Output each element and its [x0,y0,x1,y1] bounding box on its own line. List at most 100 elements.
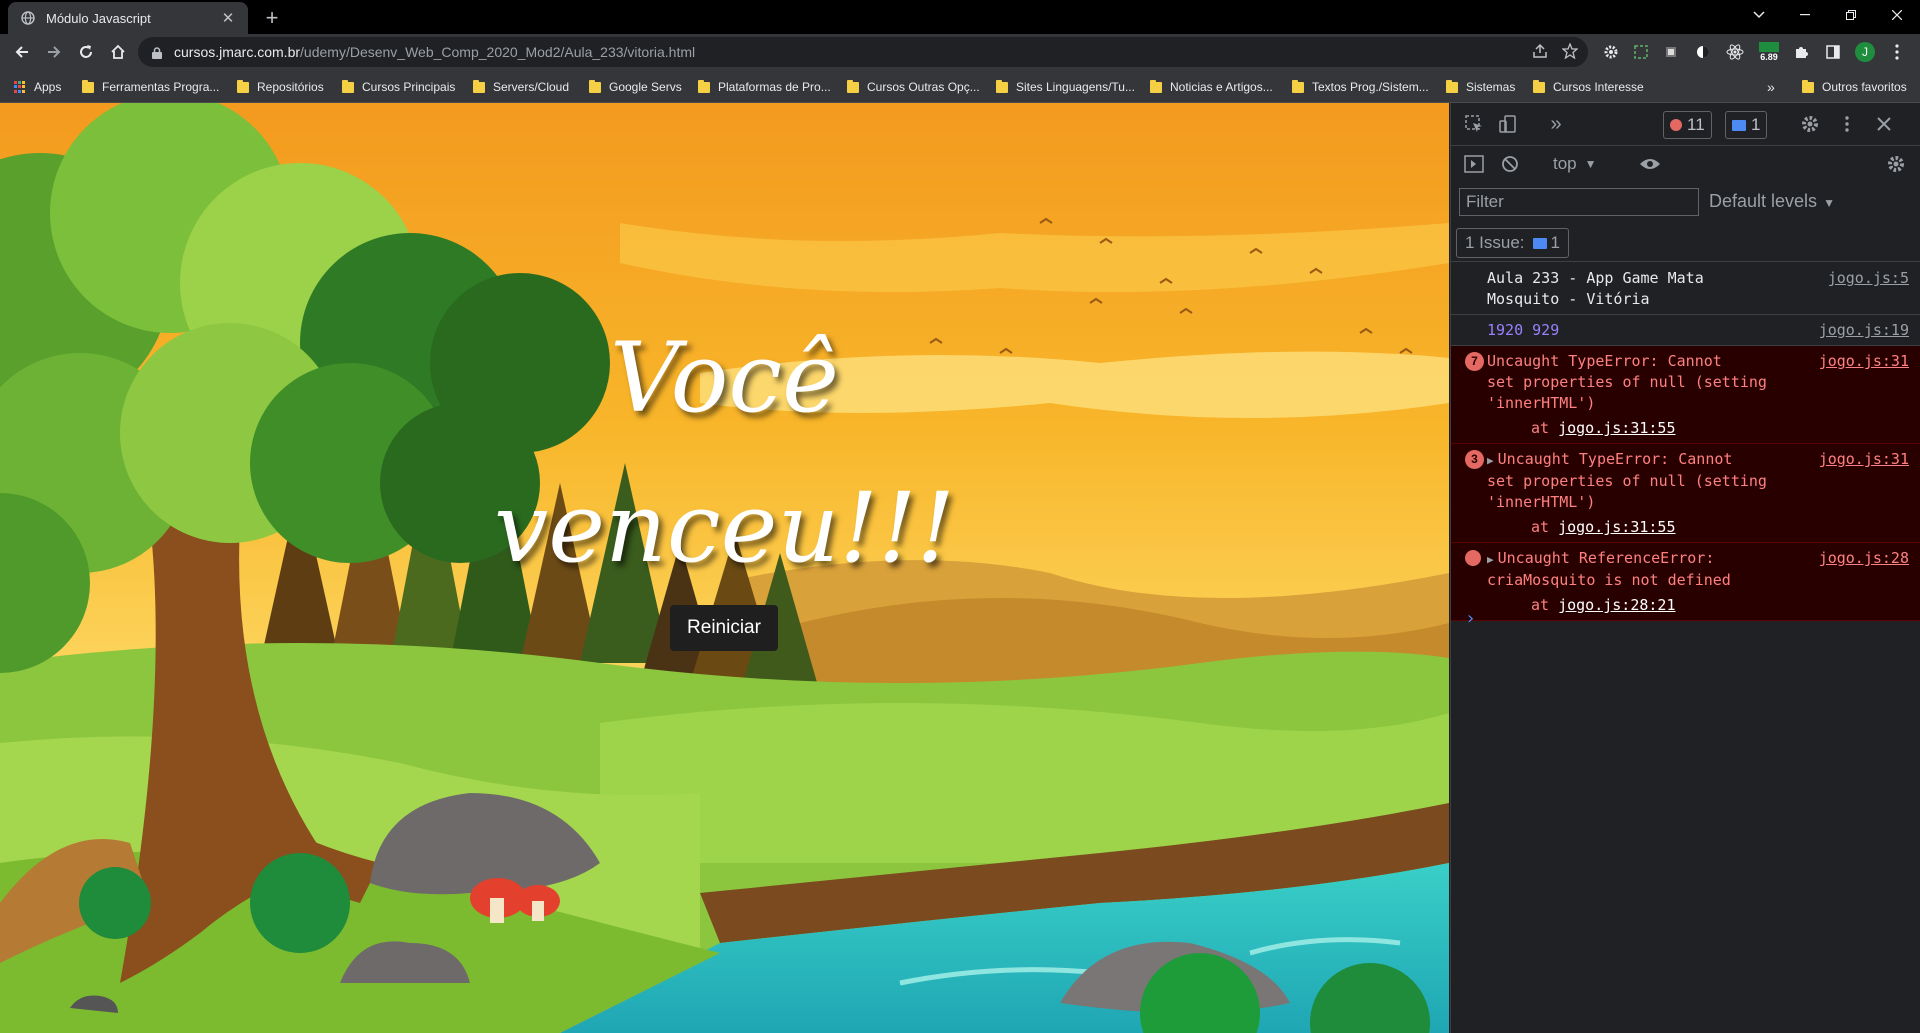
folder-icon [1446,79,1458,93]
bookmarks-overflow-button[interactable]: » [1767,78,1775,96]
profile-avatar[interactable]: J [1852,39,1878,65]
extension-dark-mode-icon[interactable] [1690,39,1716,65]
stack-link[interactable]: jogo.js:28:21 [1558,596,1675,614]
folder-icon [1533,79,1545,93]
bookmark-folder[interactable]: Textos Prog./Sistem... [1292,78,1429,96]
extension-gear-icon[interactable] [1598,39,1624,65]
error-icon [1465,550,1481,566]
console-log-message: 1920 929 jogo.js:19 [1451,315,1920,346]
more-panels-button[interactable]: » [1543,111,1569,137]
share-icon[interactable] [1532,43,1548,64]
source-link[interactable]: jogo.js:19 [1819,320,1909,341]
console-error-message[interactable]: 7 Uncaught TypeError: Cannot set propert… [1451,346,1920,444]
source-link[interactable]: jogo.js:31 [1819,449,1909,470]
tab-close-icon[interactable]: ✕ [218,9,238,27]
bookmark-folder[interactable]: Ferramentas Progra... [82,78,219,96]
divider [1451,261,1920,262]
folder-icon [473,79,485,93]
bookmarks-bar: Apps Ferramentas Progra... Repositórios … [0,70,1920,103]
new-tab-button[interactable]: + [258,4,286,32]
url-text: cursos.jmarc.com.br/udemy/Desenv_Web_Com… [174,44,696,60]
home-button[interactable] [104,38,132,66]
bookmark-folder[interactable]: Cursos Outras Opç... [847,78,980,96]
folder-icon [847,79,859,93]
stack-trace: at jogo.js:31:55 [1531,419,1676,437]
folder-icon [698,79,710,93]
expand-caret-icon[interactable]: ▶ [1487,553,1494,566]
bookmark-folder[interactable]: Servers/Cloud [473,78,569,96]
restart-button[interactable]: Reiniciar [670,605,778,651]
close-devtools-icon[interactable] [1871,111,1897,137]
live-expression-eye-icon[interactable] [1635,151,1665,177]
bookmark-other-favorites[interactable]: Outros favoritos [1802,78,1907,96]
forward-button[interactable] [40,38,68,66]
sidebar-toggle-icon[interactable] [1461,151,1487,177]
bookmark-folder[interactable]: Cursos Interesse [1533,78,1644,96]
device-toolbar-icon[interactable] [1495,111,1521,137]
repeat-count-badge: 3 [1465,450,1484,469]
log-levels-dropdown[interactable]: Default levels ▼ [1709,191,1835,212]
tab-title: Módulo Javascript [46,10,151,26]
inspect-element-icon[interactable] [1461,111,1487,137]
divider [1451,145,1920,146]
bookmark-folder[interactable]: Repositórios [237,78,324,96]
source-link[interactable]: jogo.js:5 [1828,268,1909,289]
side-panel-icon[interactable] [1820,39,1846,65]
settings-gear-icon[interactable] [1797,111,1823,137]
message-count-badge[interactable]: 1 [1725,111,1768,139]
devtools-panel: » 11 1 top▼ Default levels▼ 1 Issue: 1 [1450,103,1920,1033]
console-prompt[interactable]: › [1465,608,1476,629]
stack-link[interactable]: jogo.js:31:55 [1558,419,1675,437]
bookmark-folder[interactable]: Google Servs [589,78,682,96]
restore-button[interactable] [1828,0,1874,30]
back-button[interactable] [8,38,36,66]
extension-screenshot-icon[interactable] [1628,39,1654,65]
extensions-puzzle-icon[interactable] [1788,39,1814,65]
devtools-menu-icon[interactable] [1837,111,1857,137]
minimize-button[interactable] [1782,0,1828,30]
extension-react-icon[interactable] [1722,39,1748,65]
extension-color-icon[interactable] [1658,39,1684,65]
extension-speed-icon[interactable]: 6.89 [1754,39,1784,65]
globe-icon [20,10,36,26]
apps-grid-icon [14,81,26,93]
bookmark-folder[interactable]: Cursos Principais [342,78,455,96]
lock-icon[interactable] [152,46,162,59]
console-error-message[interactable]: 3 ▶ Uncaught TypeError: Cannot set proper… [1451,444,1920,543]
bookmark-folder[interactable]: Sistemas [1446,78,1515,96]
bookmark-folder[interactable]: Plataformas de Pro... [698,78,831,96]
browser-toolbar: cursos.jmarc.com.br/udemy/Desenv_Web_Com… [0,34,1920,70]
folder-icon [1292,79,1304,93]
stack-link[interactable]: jogo.js:31:55 [1558,518,1675,536]
issues-button[interactable]: 1 Issue: 1 [1456,228,1570,258]
close-window-button[interactable] [1874,0,1920,30]
console-error-message[interactable]: ▶ Uncaught ReferenceError: criaMosquito i… [1451,543,1920,621]
browser-menu-icon[interactable] [1884,39,1910,65]
bookmark-folder[interactable]: Noticias e Artigos... [1150,78,1273,96]
console-settings-gear-icon[interactable] [1883,151,1909,177]
folder-icon [237,79,249,93]
dropdown-arrow-icon: ▼ [1823,196,1835,210]
tab-search-icon[interactable] [1736,0,1782,30]
filter-input[interactable] [1459,188,1699,216]
clear-console-icon[interactable] [1497,151,1523,177]
error-icon [1670,119,1682,131]
folder-icon [1802,79,1814,93]
context-selector[interactable]: top ▼ [1553,151,1597,177]
browser-tab[interactable]: Módulo Javascript ✕ [8,2,248,34]
bookmark-apps[interactable]: Apps [14,78,61,96]
tab-strip: Módulo Javascript ✕ + [0,0,1920,34]
error-count-badge[interactable]: 11 [1663,111,1712,139]
folder-icon [342,79,354,93]
victory-title: Você venceu!!! [493,322,955,584]
source-link[interactable]: jogo.js:28 [1819,548,1909,569]
expand-caret-icon[interactable]: ▶ [1487,454,1494,467]
bookmark-folder[interactable]: Sites Linguagens/Tu... [996,78,1135,96]
address-bar[interactable]: cursos.jmarc.com.br/udemy/Desenv_Web_Com… [138,37,1588,67]
bookmark-star-icon[interactable] [1561,42,1579,64]
source-link[interactable]: jogo.js:31 [1819,351,1909,372]
folder-icon [1150,79,1162,93]
stack-trace: at jogo.js:31:55 [1531,518,1676,536]
reload-button[interactable] [72,38,100,66]
issue-message-icon [1532,237,1547,249]
